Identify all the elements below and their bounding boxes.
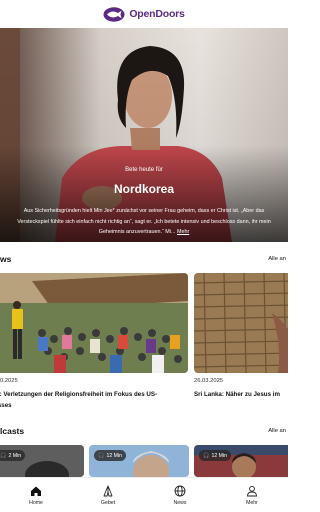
podcast-card[interactable]: 🎧 12 Min — [89, 445, 189, 477]
nav-label-news: News — [173, 499, 187, 506]
news-date: 26.03.2025 — [194, 378, 224, 384]
hero-description-text: Aus Sicherheitsgründen hielt Min Jee* zu… — [17, 208, 271, 235]
news-title-line: Sri Lanka: Näher zu Jesus im — [194, 391, 280, 398]
hero-kicker: Bete heute für — [125, 167, 163, 173]
podcast-card[interactable]: 🎧 12 Min — [194, 445, 288, 477]
news-section-header: ws Alle an — [0, 254, 288, 268]
nav-item-gebet[interactable]: Gebet — [72, 478, 144, 512]
headphones-icon: 🎧 — [203, 452, 210, 459]
nav-label-home: Home — [29, 499, 43, 506]
hero-country-title: Nordkorea — [113, 182, 175, 196]
news-carousel[interactable]: 0.2025 ria: Verletzungen der Religionsfr… — [0, 273, 288, 413]
podcast-duration: 2 Min — [8, 452, 22, 459]
nav-label-gebet: Gebet — [100, 499, 116, 506]
news-title-line: ria: Verletzungen der Religionsfreiheit … — [0, 391, 158, 398]
news-image — [194, 273, 288, 373]
podcast-duration: 12 Min — [106, 452, 123, 459]
prayer-hero-banner[interactable]: Bete heute für Nordkorea Aus Sicherheits… — [0, 28, 288, 242]
headphones-icon: 🎧 — [0, 452, 7, 459]
nav-label-mehr: Mehr — [246, 499, 258, 506]
logo-text: OpenDoors — [129, 8, 185, 20]
news-date: 0.2025 — [0, 378, 18, 384]
app-header: OpenDoors — [0, 0, 288, 28]
news-image — [0, 273, 188, 373]
podcasts-section-title: lcasts — [0, 426, 25, 436]
news-title: Sri Lanka: Näher zu Jesus im — [194, 389, 280, 400]
podcast-duration-badge: 🎧 12 Min — [94, 450, 127, 461]
podcast-duration-badge: 🎧 2 Min — [0, 450, 26, 461]
podcast-card[interactable]: 🎧 2 Min — [0, 445, 84, 477]
open-doors-logo[interactable]: OpenDoors — [103, 6, 185, 22]
prayer-icon — [103, 485, 113, 496]
podcast-duration-badge: 🎧 12 Min — [199, 450, 232, 461]
person-icon — [247, 485, 257, 496]
podcast-duration: 12 Min — [211, 452, 228, 459]
home-icon — [31, 486, 41, 496]
news-title-line: resses — [0, 402, 12, 409]
podcast-carousel[interactable]: 🎧 2 Min 🎧 12 Min 🎧 12 Min — [0, 445, 288, 477]
hero-more-link[interactable]: Mehr — [177, 229, 189, 235]
hero-description: Aus Sicherheitsgründen hielt Min Jee* zu… — [14, 206, 274, 238]
podcasts-see-all-link[interactable]: Alle an — [268, 428, 286, 434]
bottom-navigation: Home Gebet News Mehr — [0, 477, 288, 512]
nav-item-news[interactable]: News — [144, 478, 216, 512]
news-section-title: ws — [0, 254, 12, 264]
podcasts-section-header: lcasts Alle an — [0, 426, 288, 440]
news-title: ria: Verletzungen der Religionsfreiheit … — [0, 389, 157, 411]
headphones-icon: 🎧 — [98, 452, 105, 459]
fish-logo-icon — [103, 6, 125, 22]
news-see-all-link[interactable]: Alle an — [268, 256, 286, 262]
globe-icon — [174, 485, 186, 496]
nav-item-mehr[interactable]: Mehr — [216, 478, 288, 512]
nav-item-home[interactable]: Home — [0, 478, 72, 512]
